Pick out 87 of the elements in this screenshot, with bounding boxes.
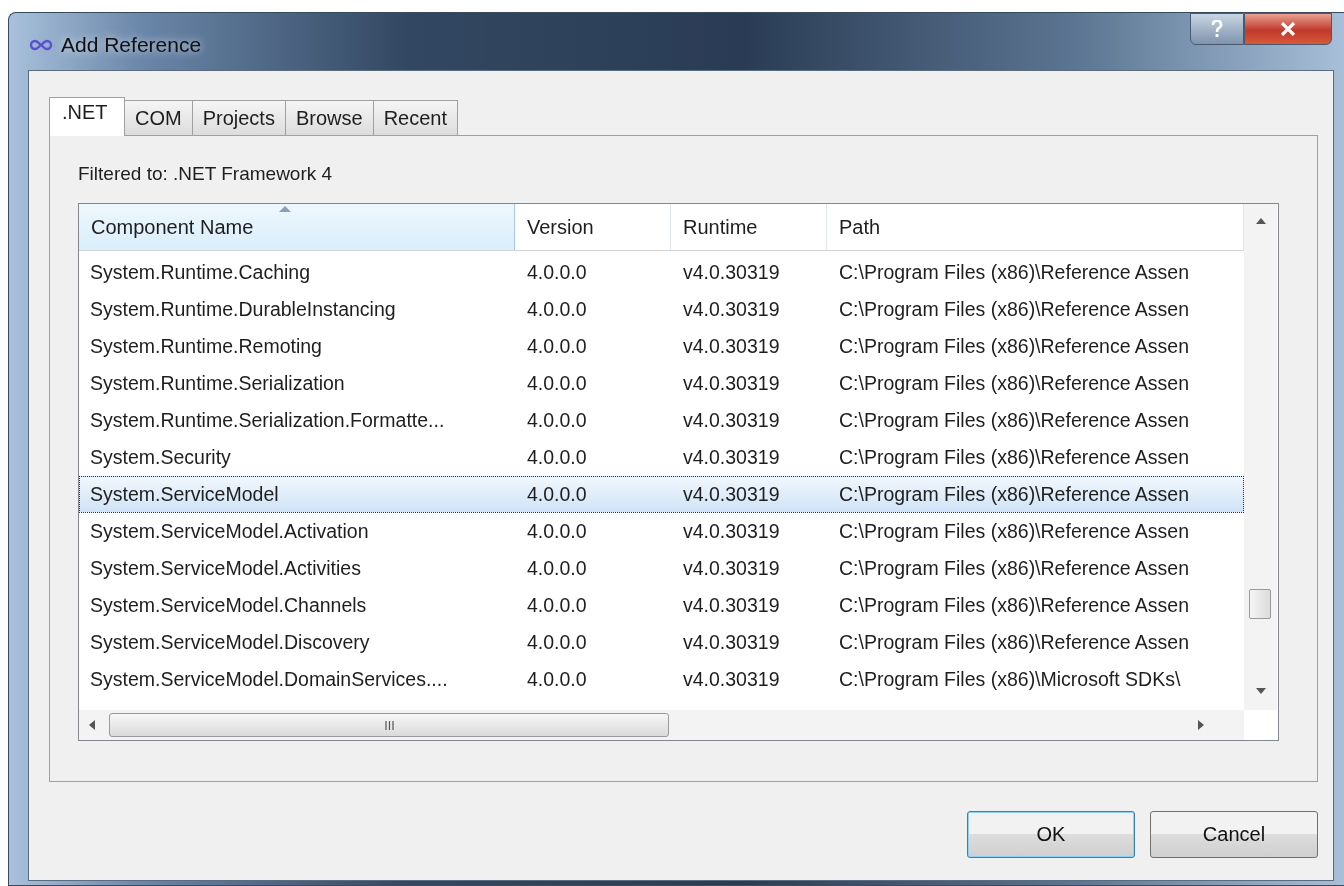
close-button[interactable] — [1244, 13, 1332, 45]
table-cell: C:\Program Files (x86)\Reference Assen — [839, 335, 1190, 358]
grip-icon — [384, 720, 394, 730]
table-cell: v4.0.30319 — [683, 298, 780, 321]
table-cell: 4.0.0.0 — [527, 668, 587, 691]
table-cell: 4.0.0.0 — [527, 483, 587, 506]
table-cell: System.Runtime.Serialization.Formatte... — [90, 409, 445, 432]
table-cell: System.Runtime.Remoting — [90, 335, 322, 358]
table-row[interactable]: System.Runtime.Serialization 4.0.0.0 v4.0.30319 C:\Program Files (x86)\Reference Assen — [79, 365, 1244, 402]
table-cell: C:\Program Files (x86)\Reference Assen — [839, 261, 1190, 284]
table-row[interactable]: System.Runtime.Caching 4.0.0.0 v4.0.30319 C:\Program Files (x86)\Reference Assen — [79, 254, 1244, 291]
table-cell: v4.0.30319 — [683, 557, 780, 580]
question-mark-icon — [1211, 20, 1223, 38]
table-row[interactable]: System.Runtime.Serialization.Formatte... 4.0.0.0 v4.0.30319 C:\Program Files (x86)\Reference Assen — [79, 402, 1244, 439]
help-button[interactable] — [1190, 13, 1244, 45]
table-row[interactable]: System.Runtime.DurableInstancing 4.0.0.0 v4.0.30319 C:\Program Files (x86)\Reference Assen — [79, 291, 1244, 328]
tab[interactable]: Browse — [284, 100, 374, 135]
dialog-button[interactable]: Cancel — [1150, 811, 1318, 858]
dialog-button[interactable]: OK — [967, 811, 1135, 858]
table-row[interactable]: System.ServiceModel.Activation 4.0.0.0 v4.0.30319 C:\Program Files (x86)\Reference Assen — [79, 513, 1244, 550]
down-arrow-icon — [1255, 688, 1266, 694]
table-row[interactable]: System.Runtime.Remoting 4.0.0.0 v4.0.30319 C:\Program Files (x86)\Reference Assen — [79, 328, 1244, 365]
filter-label: Filtered to: .NET Framework 4 — [78, 163, 334, 185]
table-cell: 4.0.0.0 — [527, 298, 587, 321]
table-row[interactable]: System.ServiceModel.Activities 4.0.0.0 v4.0.30319 C:\Program Files (x86)\Reference Assen — [79, 550, 1244, 587]
table-cell: C:\Program Files (x86)\Reference Assen — [839, 298, 1190, 321]
sort-arrow-icon — [279, 206, 291, 212]
table-cell: C:\Program Files (x86)\Reference Assen — [839, 483, 1190, 506]
table-cell: v4.0.30319 — [683, 335, 780, 358]
tab[interactable]: .NET — [49, 97, 125, 136]
table-cell: C:\Program Files (x86)\Reference Assen — [839, 446, 1190, 469]
table-cell: 4.0.0.0 — [527, 409, 587, 432]
table-cell: System.ServiceModel.Activation — [90, 520, 369, 543]
table-row[interactable]: System.Security 4.0.0.0 v4.0.30319 C:\Program Files (x86)\Reference Assen — [79, 439, 1244, 476]
table-row[interactable]: System.ServiceModel.DomainServices.... 4.0.0.0 v4.0.30319 C:\Program Files (x86)\Microsoft SDKs\ — [79, 661, 1244, 698]
column-header[interactable]: Runtime — [671, 204, 827, 250]
right-arrow-icon — [1198, 720, 1204, 730]
table-cell: System.ServiceModel.Channels — [90, 594, 367, 617]
table-cell: System.ServiceModel — [90, 483, 279, 506]
table-cell: 4.0.0.0 — [527, 631, 587, 654]
table-cell: v4.0.30319 — [683, 594, 780, 617]
table-cell: System.ServiceModel.Activities — [90, 557, 361, 580]
table-cell: C:\Program Files (x86)\Reference Assen — [839, 372, 1190, 395]
table-cell: C:\Program Files (x86)\Reference Assen — [839, 409, 1190, 432]
column-header[interactable]: Version — [515, 204, 671, 250]
close-icon — [1280, 22, 1296, 36]
table-cell: System.ServiceModel.Discovery — [90, 631, 370, 654]
table-cell: C:\Program Files (x86)\Reference Assen — [839, 520, 1190, 543]
horizontal-scrollbar[interactable] — [79, 710, 1244, 740]
table-cell: 4.0.0.0 — [527, 594, 587, 617]
table-cell: System.Runtime.Caching — [90, 261, 310, 284]
tab[interactable]: Projects — [191, 100, 286, 135]
column-header[interactable]: Component Name — [79, 204, 515, 250]
table-cell: 4.0.0.0 — [527, 557, 587, 580]
table-cell: v4.0.30319 — [683, 668, 780, 691]
infinity-icon — [29, 39, 53, 51]
table-cell: 4.0.0.0 — [527, 335, 587, 358]
tab[interactable]: COM — [124, 100, 193, 135]
table-cell: v4.0.30319 — [683, 520, 780, 543]
table-cell: v4.0.30319 — [683, 483, 780, 506]
table-cell: 4.0.0.0 — [527, 372, 587, 395]
table-cell: System.Runtime.Serialization — [90, 372, 345, 395]
scroll-thumb[interactable] — [1249, 589, 1271, 619]
tab[interactable]: Recent — [372, 100, 458, 135]
table-cell: C:\Program Files (x86)\Reference Assen — [839, 557, 1190, 580]
left-arrow-icon — [89, 720, 95, 730]
table-row[interactable]: System.ServiceModel.Channels 4.0.0.0 v4.0.30319 C:\Program Files (x86)\Reference Assen — [79, 587, 1244, 624]
table-cell: C:\Program Files (x86)\Reference Assen — [839, 594, 1190, 617]
table-cell: v4.0.30319 — [683, 372, 780, 395]
table-cell: C:\Program Files (x86)\Microsoft SDKs\ — [839, 668, 1181, 691]
table-cell: 4.0.0.0 — [527, 261, 587, 284]
table-cell: System.Security — [90, 446, 231, 469]
table-cell: v4.0.30319 — [683, 446, 780, 469]
up-arrow-icon — [1255, 218, 1266, 224]
table-cell: 4.0.0.0 — [527, 446, 587, 469]
table-cell: v4.0.30319 — [683, 631, 780, 654]
table-cell: C:\Program Files (x86)\Reference Assen — [839, 631, 1190, 654]
vertical-scrollbar[interactable] — [1244, 204, 1277, 710]
table-cell: System.ServiceModel.DomainServices.... — [90, 668, 448, 691]
table-row[interactable]: System.ServiceModel.Discovery 4.0.0.0 v4.0.30319 C:\Program Files (x86)\Reference Assen — [79, 624, 1244, 661]
table-cell: v4.0.30319 — [683, 409, 780, 432]
table-cell: System.Runtime.DurableInstancing — [90, 298, 396, 321]
window-title: Add Reference — [61, 33, 202, 57]
scroll-thumb[interactable] — [109, 713, 669, 737]
table-cell: v4.0.30319 — [683, 261, 780, 284]
table-row[interactable]: System.ServiceModel 4.0.0.0 v4.0.30319 C:\Program Files (x86)\Reference Assen — [79, 476, 1244, 513]
table-cell: 4.0.0.0 — [527, 520, 587, 543]
